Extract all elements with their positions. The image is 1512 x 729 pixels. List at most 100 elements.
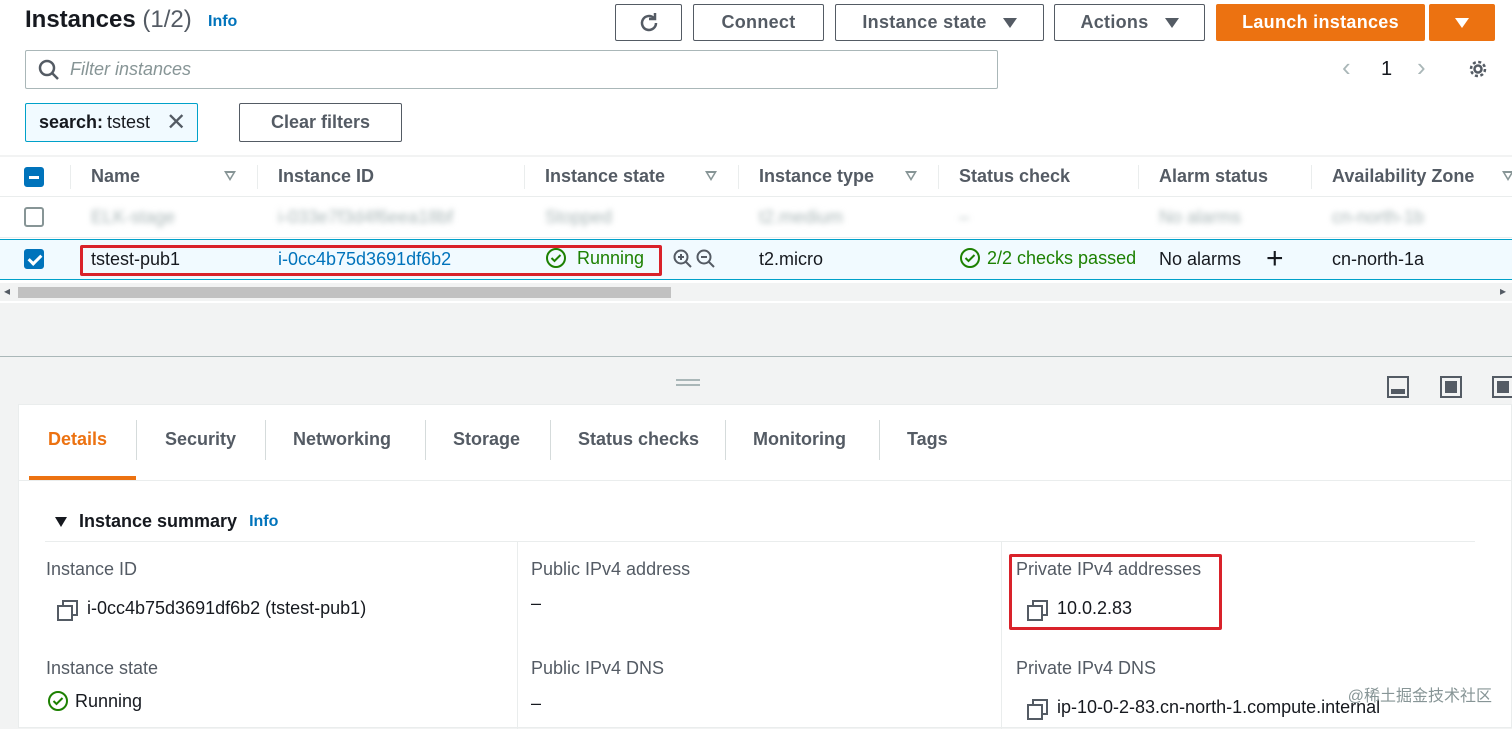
actions-label: Actions: [1080, 12, 1148, 33]
gear-icon[interactable]: [1466, 57, 1490, 81]
column-divider: [524, 165, 525, 189]
instances-header: Instances (1/2) Info Connect Instance st…: [0, 0, 1512, 155]
info-link[interactable]: Info: [208, 13, 237, 31]
search-icon: [38, 59, 60, 81]
tab-details[interactable]: Details: [48, 429, 107, 450]
private-dns-text: ip-10-0-2-83.cn-north-1.compute.internal: [1057, 697, 1380, 718]
zoom-in-icon[interactable]: [673, 249, 693, 269]
column-divider: [738, 165, 739, 189]
prev-page-icon[interactable]: ‹: [1342, 52, 1351, 83]
summary-info-link[interactable]: Info: [249, 513, 278, 531]
sort-icon[interactable]: [224, 171, 236, 181]
tab-tags[interactable]: Tags: [907, 429, 948, 450]
cell-instance-state: Stopped: [545, 207, 612, 228]
column-header-alarm-status[interactable]: Alarm status: [1159, 166, 1268, 187]
next-page-icon[interactable]: ›: [1417, 52, 1426, 83]
tab-networking[interactable]: Networking: [293, 429, 391, 450]
sort-icon[interactable]: [1502, 171, 1512, 181]
private-dns-label: Private IPv4 DNS: [1016, 658, 1156, 679]
filter-input[interactable]: [70, 59, 970, 80]
column-header-name[interactable]: Name: [91, 166, 140, 187]
zoom-out-icon[interactable]: [696, 249, 716, 269]
instance-state-dropdown[interactable]: Instance state: [835, 4, 1044, 41]
public-ipv4-value: –: [531, 593, 541, 614]
watermark: @稀土掘金技术社区: [1348, 682, 1492, 706]
tab-security[interactable]: Security: [165, 429, 236, 450]
column-header-instance-type[interactable]: Instance type: [759, 166, 874, 187]
highlight-box: [1009, 554, 1222, 630]
column-header-availability-zone[interactable]: Availability Zone: [1332, 166, 1474, 187]
select-all-checkbox[interactable]: [24, 167, 44, 187]
public-dns-value: –: [531, 693, 541, 714]
filter-bar[interactable]: [25, 50, 998, 89]
copy-icon[interactable]: [57, 600, 75, 618]
active-tab-indicator: [29, 476, 136, 480]
check-circle-icon: [47, 690, 69, 712]
row-checkbox[interactable]: [24, 207, 44, 227]
column-divider: [1311, 165, 1312, 189]
filter-token-key: search:: [39, 112, 103, 133]
actions-dropdown[interactable]: Actions: [1054, 4, 1205, 41]
tab-status-checks[interactable]: Status checks: [578, 429, 699, 450]
cell-instance-type: t2.medium: [759, 207, 843, 228]
launch-instances-button[interactable]: Launch instances: [1216, 4, 1425, 41]
details-tabs: Details Security Networking Storage Stat…: [19, 405, 1512, 481]
instance-state-value: Running: [47, 690, 142, 712]
public-ipv4-label: Public IPv4 address: [531, 559, 690, 580]
tab-divider: [136, 420, 137, 460]
instances-table: Name Instance ID Instance state Instance…: [0, 157, 1512, 303]
scrollbar-thumb[interactable]: [18, 287, 671, 298]
instance-state-text: Running: [75, 691, 142, 712]
column-header-instance-id[interactable]: Instance ID: [278, 166, 374, 187]
cell-alarm-status: No alarms: [1159, 207, 1241, 228]
sort-icon[interactable]: [705, 171, 717, 181]
highlight-box: [80, 245, 662, 276]
cell-status-check: –: [959, 207, 969, 228]
status-check-text: 2/2 checks passed: [987, 248, 1136, 269]
cell-status-check: 2/2 checks passed: [959, 247, 1139, 269]
public-dns-label: Public IPv4 DNS: [531, 658, 664, 679]
cell-instance-id[interactable]: i-033e7f3d4f6eea18bf: [278, 207, 453, 228]
panel-side-icon[interactable]: [1440, 376, 1462, 398]
connect-button[interactable]: Connect: [693, 4, 824, 41]
page-title-text: Instances: [25, 6, 136, 33]
clear-filters-button[interactable]: Clear filters: [239, 103, 402, 142]
sort-icon[interactable]: [905, 171, 917, 181]
cell-availability-zone: cn-north-1b: [1332, 207, 1424, 228]
filter-token: search: tstest ✕: [25, 103, 198, 142]
scroll-left-icon[interactable]: ◂: [4, 284, 10, 298]
close-icon[interactable]: ✕: [166, 108, 186, 137]
tab-divider: [725, 420, 726, 460]
tab-storage[interactable]: Storage: [453, 429, 520, 450]
instance-id-label: Instance ID: [46, 559, 137, 580]
column-divider: [517, 542, 518, 729]
instance-summary-header[interactable]: Instance summary Info: [55, 511, 278, 532]
instance-summary-title: Instance summary: [79, 511, 237, 532]
tab-divider: [425, 420, 426, 460]
panel-full-icon[interactable]: [1492, 376, 1512, 398]
tab-divider: [550, 420, 551, 460]
refresh-button[interactable]: [615, 4, 682, 41]
tab-monitoring[interactable]: Monitoring: [753, 429, 846, 450]
horizontal-scrollbar[interactable]: ◂ ▸: [0, 283, 1512, 301]
add-alarm-icon[interactable]: +: [1266, 242, 1284, 276]
expand-caret-icon: [55, 517, 67, 527]
cell-availability-zone: cn-north-1a: [1332, 249, 1424, 270]
column-header-status-check[interactable]: Status check: [959, 166, 1070, 187]
column-header-instance-state[interactable]: Instance state: [545, 166, 665, 187]
drag-handle-icon[interactable]: [676, 379, 700, 386]
cell-alarm-status: No alarms: [1159, 249, 1241, 270]
tab-divider: [879, 420, 880, 460]
row-checkbox[interactable]: [24, 249, 44, 269]
instance-count: (1/2): [142, 6, 191, 33]
panel-bottom-icon[interactable]: [1387, 376, 1409, 398]
table-row[interactable]: ELK-stage i-033e7f3d4f6eea18bf Stopped t…: [0, 197, 1512, 238]
details-panel: Details Security Networking Storage Stat…: [18, 404, 1512, 728]
launch-options-dropdown[interactable]: [1429, 4, 1495, 41]
check-circle-icon: [959, 247, 981, 269]
copy-icon[interactable]: [1027, 699, 1045, 717]
page-number[interactable]: 1: [1381, 58, 1392, 81]
column-divider: [70, 165, 71, 189]
scroll-right-icon[interactable]: ▸: [1500, 284, 1506, 298]
column-divider: [257, 165, 258, 189]
